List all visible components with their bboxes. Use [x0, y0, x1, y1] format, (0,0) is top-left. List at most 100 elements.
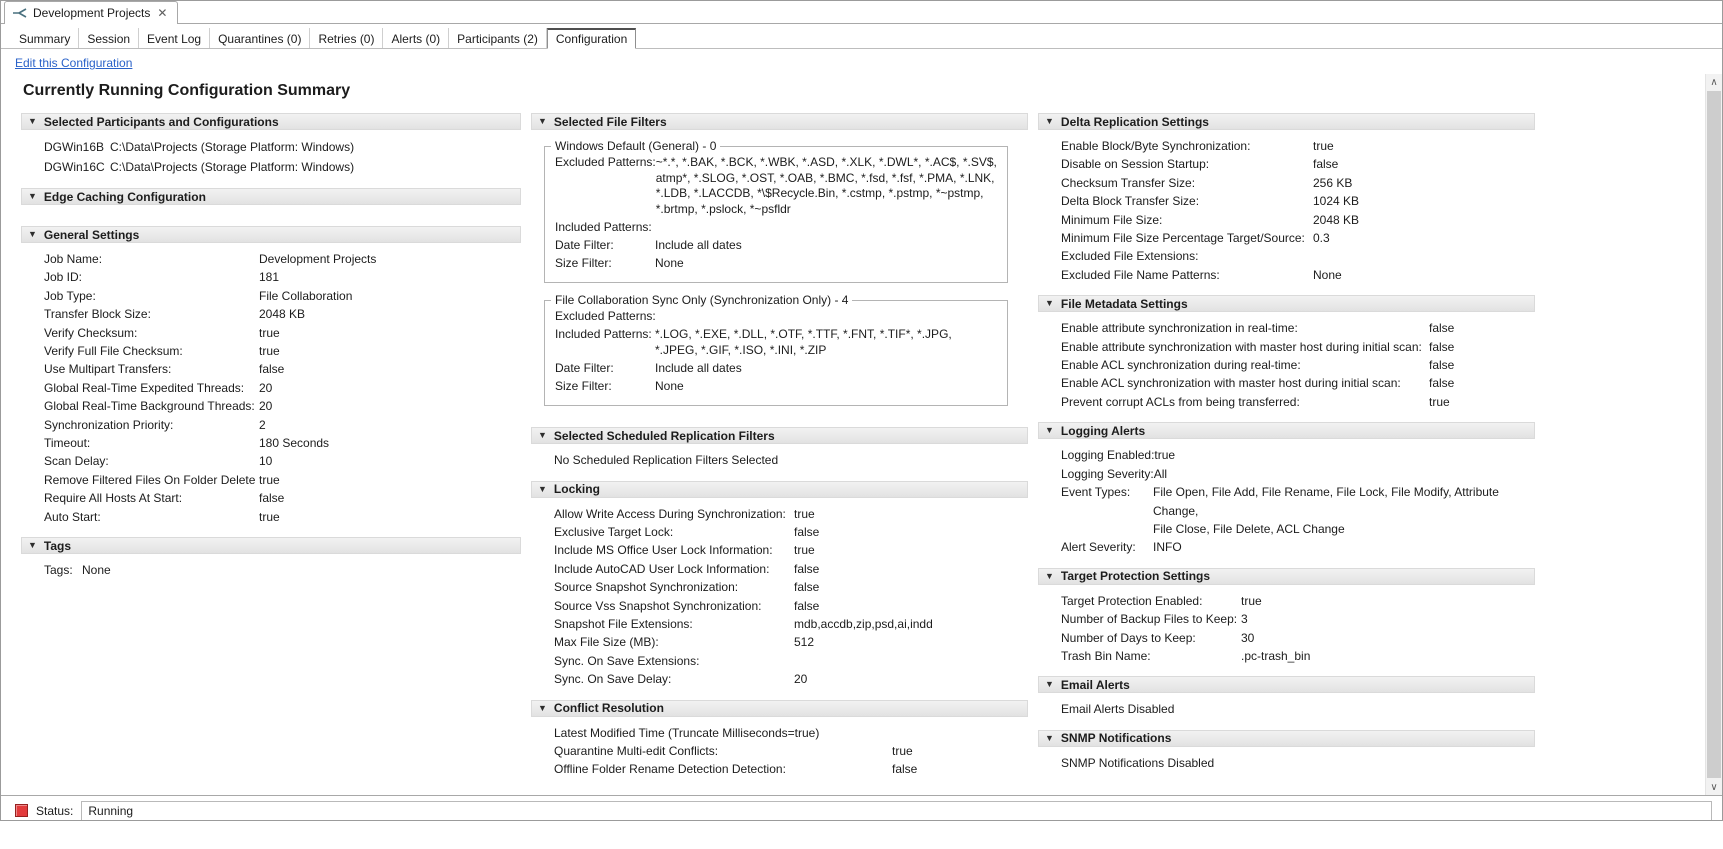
- row-value: false: [1429, 339, 1455, 354]
- row-label: Timeout:: [44, 436, 91, 451]
- summary-grid: ▼ Selected Participants and Configuratio…: [21, 113, 1705, 790]
- vertical-scrollbar[interactable]: ∧ ∨: [1705, 74, 1722, 795]
- section-header-target-protection[interactable]: ▼ Target Protection Settings: [1038, 567, 1535, 585]
- row-label: Job Type:: [44, 288, 96, 303]
- row-label: Enable attribute synchronization in real…: [1061, 321, 1298, 336]
- row-label: Size Filter:: [555, 256, 612, 271]
- file-filters-body: Windows Default (General) - 0 Excluded P…: [531, 130, 1028, 418]
- config-row: Timeout: 180 Seconds: [44, 434, 519, 452]
- row-label: Enable attribute synchronization with ma…: [1061, 339, 1422, 354]
- config-row: Job Type: File Collaboration: [44, 287, 519, 305]
- row-label: Disable on Session Startup:: [1061, 157, 1210, 172]
- config-row: Sync. On Save Delay: 20: [554, 670, 1026, 688]
- row-value: 20: [259, 380, 273, 395]
- filter-group-title: File Collaboration Sync Only (Synchroniz…: [555, 293, 849, 308]
- config-row: Snapshot File Extensions: mdb,accdb,zip,…: [554, 615, 1026, 633]
- row-label: Target Protection Enabled:: [1061, 593, 1203, 608]
- row-value: true: [259, 325, 280, 340]
- section-header-selected-participants[interactable]: ▼ Selected Participants and Configuratio…: [21, 113, 521, 130]
- row-label: Offline Folder Rename Detection Detectio…: [554, 762, 786, 777]
- row-label: Transfer Block Size:: [44, 307, 151, 322]
- row-label: Number of Days to Keep:: [1061, 630, 1196, 645]
- participant-path: C:\Data\Projects (Storage Platform: Wind…: [110, 140, 355, 154]
- tab-alerts[interactable]: Alerts (0): [383, 28, 450, 48]
- row-value: 256 KB: [1313, 175, 1353, 190]
- section-snmp-notifications: ▼ SNMP Notifications SNMP Notifications …: [1038, 729, 1535, 774]
- row-value: true: [1313, 139, 1334, 153]
- row-value: 2048 KB: [259, 307, 306, 322]
- status-led-icon: [15, 804, 28, 817]
- row-label: Number of Backup Files to Keep:: [1061, 612, 1238, 627]
- scrollbar-thumb[interactable]: [1707, 91, 1721, 778]
- tab-summary[interactable]: Summary: [11, 28, 80, 48]
- row-label: Scan Delay:: [44, 454, 109, 469]
- content-wrap: Currently Running Configuration Summary …: [1, 74, 1722, 795]
- tab-participants[interactable]: Participants (2): [449, 28, 547, 48]
- email-alerts-text: Email Alerts Disabled: [1061, 702, 1175, 717]
- row-label: Delta Block Transfer Size:: [1061, 194, 1200, 209]
- participant-row: DGWin16B C:\Data\Projects (Storage Platf…: [44, 137, 519, 157]
- tab-event-log[interactable]: Event Log: [139, 28, 211, 48]
- row-value: true: [259, 344, 280, 359]
- tab-retries[interactable]: Retries (0): [310, 28, 384, 48]
- row-label: Excluded File Extensions:: [1061, 249, 1199, 264]
- row-label: Verify Full File Checksum:: [44, 344, 183, 359]
- row-label: Verify Checksum:: [44, 325, 138, 340]
- close-icon[interactable]: ✕: [156, 7, 168, 19]
- row-label: Global Real-Time Background Threads:: [44, 399, 255, 414]
- config-row: Global Real-Time Expedited Threads: 20: [44, 379, 519, 397]
- section-header-conflict-resolution[interactable]: ▼ Conflict Resolution: [531, 699, 1028, 717]
- config-row: Verify Full File Checksum: true: [44, 342, 519, 360]
- row-label: Sync. On Save Delay:: [554, 672, 672, 687]
- section-selected-participants: ▼ Selected Participants and Configuratio…: [21, 113, 521, 179]
- section-header-selected-file-filters[interactable]: ▼ Selected File Filters: [531, 113, 1028, 130]
- row-label: Minimum File Size Percentage Target/Sour…: [1061, 231, 1305, 246]
- config-row: Source Vss Snapshot Synchronization: fal…: [554, 597, 1026, 615]
- section-header-general-settings[interactable]: ▼ General Settings: [21, 226, 521, 243]
- scroll-down-icon[interactable]: ∨: [1706, 779, 1722, 795]
- target-protection-rows: Target Protection Enabled: true Number o…: [1038, 585, 1535, 668]
- section-header-file-metadata[interactable]: ▼ File Metadata Settings: [1038, 295, 1535, 313]
- row-label: Allow Write Access During Synchronizatio…: [554, 506, 786, 521]
- scheduled-filters-body: No Scheduled Replication Filters Selecte…: [531, 444, 1028, 471]
- scroll-up-icon[interactable]: ∧: [1706, 74, 1722, 90]
- tab-configuration[interactable]: Configuration: [546, 28, 637, 49]
- section-scheduled-replication-filters: ▼ Selected Scheduled Replication Filters…: [531, 427, 1028, 471]
- section-header-snmp-notifications[interactable]: ▼ SNMP Notifications: [1038, 729, 1535, 747]
- section-title: SNMP Notifications: [1060, 731, 1172, 746]
- section-header-edge-caching[interactable]: ▼ Edge Caching Configuration: [21, 188, 521, 205]
- status-input[interactable]: Running: [81, 800, 1712, 820]
- section-header-logging-alerts[interactable]: ▼ Logging Alerts: [1038, 422, 1535, 440]
- column-right: ▼ Delta Replication Settings Enable Bloc…: [1038, 113, 1535, 790]
- row-value: 20: [259, 399, 273, 414]
- tab-session[interactable]: Session: [79, 28, 140, 48]
- section-header-tags[interactable]: ▼ Tags: [21, 537, 521, 555]
- participant-path: C:\Data\Projects (Storage Platform: Wind…: [110, 160, 355, 174]
- editor-tabbar: Development Projects ✕: [1, 1, 1722, 24]
- config-row: Number of Days to Keep: 30: [1061, 629, 1533, 647]
- editor-tab-development-projects[interactable]: Development Projects ✕: [4, 1, 179, 24]
- collapse-arrow-icon: ▼: [538, 430, 547, 441]
- row-label: Job ID:: [44, 270, 83, 285]
- collapse-arrow-icon: ▼: [1045, 679, 1054, 690]
- tags-rows: Tags: None: [21, 554, 521, 581]
- section-header-locking[interactable]: ▼ Locking: [531, 480, 1028, 498]
- tab-quarantines[interactable]: Quarantines (0): [210, 28, 311, 48]
- config-row: File Close, File Delete, ACL Change: [1061, 520, 1533, 538]
- section-email-alerts: ▼ Email Alerts Email Alerts Disabled: [1038, 676, 1535, 720]
- config-row: Job Name: Development Projects: [44, 250, 519, 268]
- file-metadata-rows: Enable attribute synchronization in real…: [1038, 312, 1535, 413]
- config-row: Size Filter: None: [555, 379, 997, 395]
- collapse-arrow-icon: ▼: [1045, 116, 1054, 126]
- config-row: Synchronization Priority: 2: [44, 416, 519, 434]
- row-value: 20: [794, 672, 808, 687]
- edit-configuration-link[interactable]: Edit this Configuration: [15, 56, 132, 70]
- section-header-email-alerts[interactable]: ▼ Email Alerts: [1038, 676, 1535, 694]
- section-header-delta-replication[interactable]: ▼ Delta Replication Settings: [1038, 113, 1535, 130]
- section-header-scheduled-replication-filters[interactable]: ▼ Selected Scheduled Replication Filters: [531, 427, 1028, 445]
- row-value: false: [1429, 376, 1455, 391]
- row-value: true: [259, 509, 280, 524]
- row-value: false: [892, 762, 918, 777]
- collapse-arrow-icon: ▼: [1045, 570, 1054, 581]
- config-row: Enable attribute synchronization in real…: [1061, 319, 1533, 337]
